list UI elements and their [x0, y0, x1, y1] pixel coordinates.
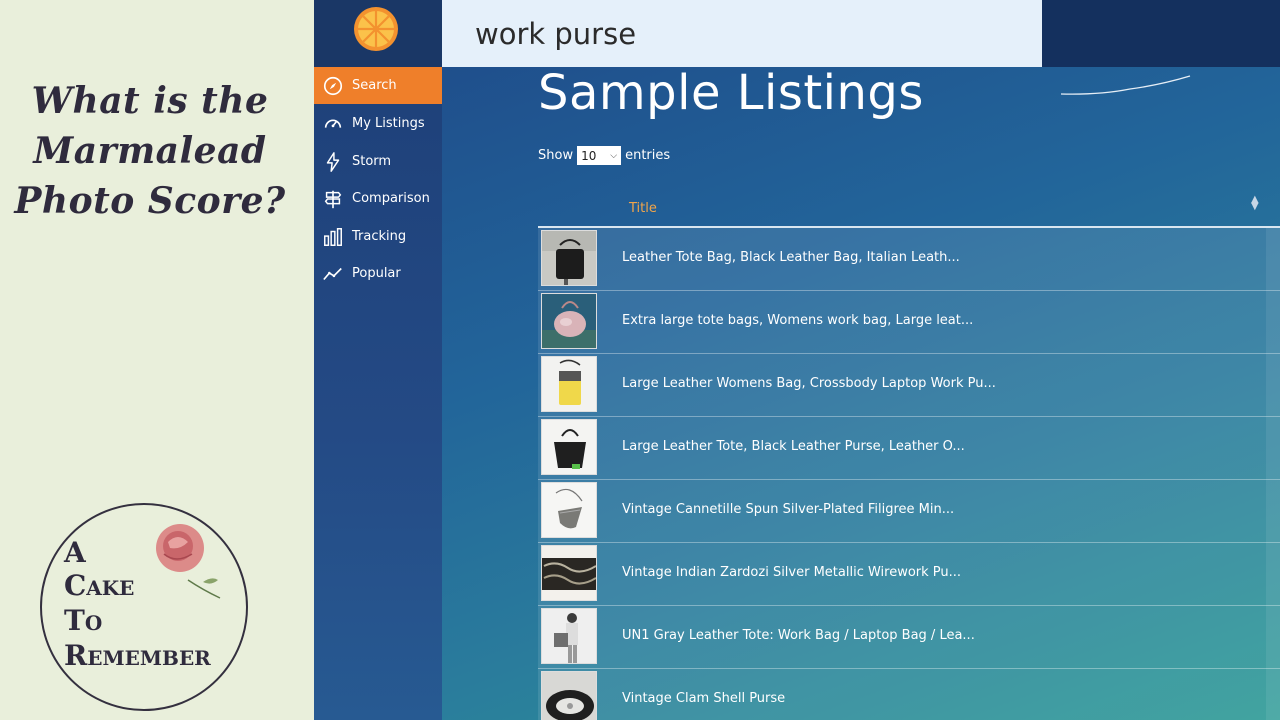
promo-title: What is the Marmalead Photo Score?	[0, 76, 300, 226]
sort-icon[interactable]: ▲ ▼	[1251, 195, 1259, 212]
sidebar-item-label: Storm	[352, 154, 392, 169]
listing-title[interactable]: UN1 Gray Leather Tote: Work Bag / Laptop…	[622, 628, 975, 643]
listing-thumbnail[interactable]	[541, 230, 597, 286]
signpost-icon	[314, 188, 352, 210]
listing-thumbnail[interactable]	[541, 482, 597, 538]
orange-slice-logo-icon[interactable]	[353, 6, 399, 52]
sidebar-logo-area	[314, 0, 442, 67]
listing-title[interactable]: Leather Tote Bag, Black Leather Bag, Ita…	[622, 250, 960, 265]
listing-thumbnail[interactable]	[541, 608, 597, 664]
table-row[interactable]: Extra large tote bags, Womens work bag, …	[538, 291, 1280, 354]
table-row[interactable]: Large Leather Tote, Black Leather Purse,…	[538, 417, 1280, 480]
table-row[interactable]: Leather Tote Bag, Black Leather Bag, Ita…	[538, 228, 1280, 291]
speedometer-icon	[314, 113, 352, 135]
listing-title[interactable]: Extra large tote bags, Womens work bag, …	[622, 313, 973, 328]
trend-line-icon	[314, 263, 352, 285]
table-header: Title ▲ ▼	[538, 191, 1280, 228]
entries-length-control: Show 10 ⌵ entries	[538, 146, 670, 165]
table-row[interactable]: Vintage Indian Zardozi Silver Metallic W…	[538, 543, 1280, 606]
listing-thumbnail[interactable]	[541, 419, 597, 475]
entries-select-value: 10	[581, 148, 597, 163]
listing-title[interactable]: Large Leather Womens Bag, Crossbody Lapt…	[622, 376, 996, 391]
sidebar-item-search[interactable]: Search	[314, 67, 442, 104]
logo-text: A	[64, 536, 86, 569]
sidebar-item-popular[interactable]: Popular	[314, 255, 442, 292]
chevron-down-icon: ⌵	[610, 150, 618, 161]
logo-text: Cake	[64, 569, 135, 602]
column-header-title[interactable]: Title	[629, 201, 657, 216]
listing-thumbnail[interactable]	[541, 356, 597, 412]
bar-chart-icon	[314, 226, 352, 248]
table-scroll-strip	[1266, 228, 1280, 720]
listing-title[interactable]: Vintage Cannetille Spun Silver-Plated Fi…	[622, 502, 954, 517]
sidebar-item-label: My Listings	[352, 116, 425, 131]
annotation-line	[1060, 75, 1191, 95]
logo-text: To	[64, 604, 103, 637]
lightning-icon	[314, 151, 352, 173]
table-row[interactable]: Large Leather Womens Bag, Crossbody Lapt…	[538, 354, 1280, 417]
listing-title[interactable]: Large Leather Tote, Black Leather Purse,…	[622, 439, 965, 454]
table-row[interactable]: Vintage Cannetille Spun Silver-Plated Fi…	[538, 480, 1280, 543]
show-label: Show	[538, 148, 574, 163]
compass-icon	[314, 75, 352, 97]
entries-select[interactable]: 10 ⌵	[577, 146, 622, 165]
sidebar-item-my-listings[interactable]: My Listings	[314, 105, 442, 142]
sidebar: Search My Listings Storm Comparison Trac…	[314, 0, 442, 720]
sidebar-item-label: Popular	[352, 266, 401, 281]
promo-title-line: Photo Score?	[14, 180, 286, 222]
sidebar-item-label: Tracking	[352, 229, 407, 244]
entries-label: entries	[625, 148, 671, 163]
table-row[interactable]: Vintage Clam Shell Purse	[538, 669, 1280, 720]
listing-title[interactable]: Vintage Clam Shell Purse	[622, 691, 785, 706]
listing-thumbnail[interactable]	[541, 545, 597, 601]
promo-title-line: Marmalead	[33, 130, 267, 172]
search-input[interactable]	[442, 0, 1042, 67]
sidebar-item-label: Comparison	[352, 191, 430, 206]
listings-table-body: Leather Tote Bag, Black Leather Bag, Ita…	[538, 228, 1280, 720]
sidebar-item-tracking[interactable]: Tracking	[314, 218, 442, 255]
logo-text: Remember	[64, 639, 211, 672]
sidebar-item-storm[interactable]: Storm	[314, 143, 442, 180]
top-bar-filler	[1042, 0, 1280, 67]
listing-thumbnail[interactable]	[541, 671, 597, 720]
sidebar-item-label: Search	[352, 78, 397, 93]
promo-panel: What is the Marmalead Photo Score? A Cak…	[0, 0, 314, 720]
sidebar-item-comparison[interactable]: Comparison	[314, 180, 442, 217]
main-content: Sample Listings Show 10 ⌵ entries Title …	[442, 67, 1280, 720]
rose-icon	[156, 524, 221, 599]
page-title: Sample Listings	[538, 67, 924, 121]
table-row[interactable]: UN1 Gray Leather Tote: Work Bag / Laptop…	[538, 606, 1280, 669]
promo-title-line: What is the	[31, 80, 269, 122]
listing-thumbnail[interactable]	[541, 293, 597, 349]
listing-title[interactable]: Vintage Indian Zardozi Silver Metallic W…	[622, 565, 961, 580]
